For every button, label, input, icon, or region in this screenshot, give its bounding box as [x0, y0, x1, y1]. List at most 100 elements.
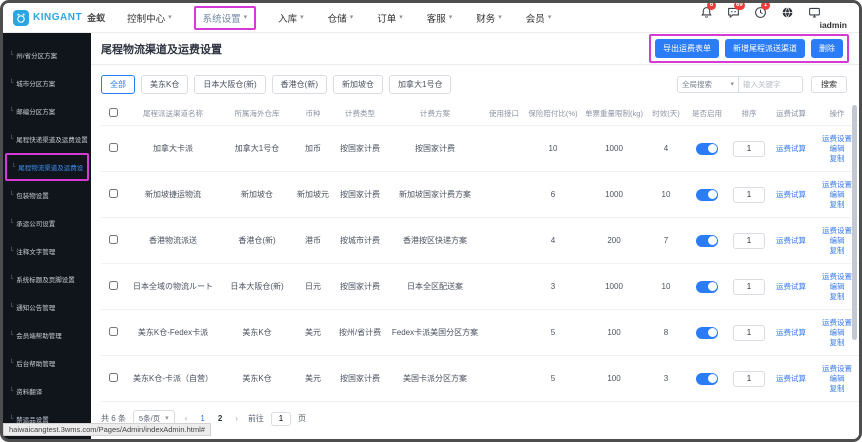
nav-item-warehouse[interactable]: 仓储 ▾ [328, 11, 354, 25]
table-row: 新加坡捷运物流 新加坡仓 新加坡元 按国家计费 新加坡国家计费方案 6 1000… [101, 171, 859, 218]
channel-name: 美东K仓-Fedex卡派 [125, 309, 221, 356]
chevron-down-icon: ▾ [448, 14, 453, 21]
nav-item-system-settings[interactable]: 系统设置 ▾ [203, 11, 248, 25]
main-content: 尾程物流渠道及运费设置 导出运费表单 新增尾程派送渠道 删除 全部 美东K仓 日… [91, 33, 859, 439]
branch-icon: └ [9, 108, 14, 114]
freight-trial-link[interactable]: 运费试算 [776, 282, 806, 291]
filter-hongkong[interactable]: 香港仓(新) [271, 75, 327, 94]
nav-item-control-center[interactable]: 控制中心 ▾ [127, 11, 172, 25]
clock-badge: 1 [761, 3, 770, 10]
page-title: 尾程物流渠道及运费设置 [101, 43, 222, 56]
export-freight-button[interactable]: 导出运费表单 [655, 39, 719, 58]
bell-badge: 6 [707, 3, 716, 10]
topbar: KINGANT 金蚁 控制中心 ▾ 系统设置 ▾ 入库 ▾ 仓储 ▾ 订单 ▾ 客服 ▾ 财… [3, 3, 859, 33]
filter-singapore[interactable]: 新加坡仓 [333, 75, 383, 94]
branch-icon: └ [9, 416, 14, 422]
page-1[interactable]: 1 [197, 414, 207, 423]
nav-item-customer-service[interactable]: 客服 ▾ [427, 11, 453, 25]
clock-icon[interactable]: 1 [754, 3, 770, 19]
sidebar-item-note-text[interactable]: └ 注释文字管理 [3, 237, 91, 265]
sidebar-item-packaging[interactable]: └ 包装物设置 [3, 181, 91, 209]
chevron-down-icon: ▾ [165, 415, 169, 422]
filter-all[interactable]: 全部 [101, 75, 135, 94]
filter-canada-1[interactable]: 加拿大1号仓 [389, 75, 452, 94]
select-all-checkbox[interactable] [108, 108, 118, 117]
freight-trial-link[interactable]: 运费试算 [776, 374, 806, 383]
sort-input[interactable] [733, 370, 765, 387]
nav-item-inbound[interactable]: 入库 ▾ [278, 11, 304, 25]
sort-input[interactable] [733, 278, 765, 295]
sort-input[interactable] [733, 186, 765, 203]
sidebar-item-notice[interactable]: └ 通知公告管理 [3, 293, 91, 321]
copy-link[interactable]: 复制 [815, 384, 859, 394]
chevron-down-icon: ▾ [168, 14, 172, 21]
branch-icon: └ [9, 248, 14, 254]
prev-page-icon[interactable]: ‹ [182, 414, 191, 423]
goto-page-input[interactable] [270, 411, 291, 426]
app-window: KINGANT 金蚁 控制中心 ▾ 系统设置 ▾ 入库 ▾ 仓储 ▾ 订单 ▾ 客服 ▾ 财… [0, 0, 862, 442]
row-checkbox[interactable] [108, 373, 118, 382]
edit-link[interactable]: 编辑 [815, 374, 859, 384]
row-checkbox[interactable] [108, 189, 118, 198]
delete-button[interactable]: 删除 [811, 39, 843, 58]
branch-icon: └ [11, 164, 16, 170]
branch-icon: └ [9, 332, 14, 338]
chat-icon[interactable]: 69 [727, 3, 745, 19]
ant-logo-icon [13, 9, 29, 26]
nav-item-finance[interactable]: 财务 ▾ [476, 11, 502, 25]
freight-trial-link[interactable]: 运费试算 [776, 144, 806, 153]
sidebar-item-lastmile-logistics[interactable]: └ 尾程物流渠道及运费设置 [11, 162, 83, 172]
main-nav: 控制中心 ▾ 系统设置 ▾ 入库 ▾ 仓储 ▾ 订单 ▾ 客服 ▾ 财务 ▾ 会员 ▾ [127, 5, 552, 30]
sidebar-item-translation[interactable]: └ 资料翻译 [3, 377, 91, 405]
row-checkbox[interactable] [108, 281, 118, 290]
row-checkbox[interactable] [108, 327, 118, 336]
freight-trial-link[interactable]: 运费试算 [776, 328, 806, 337]
row-checkbox[interactable] [108, 235, 118, 244]
channel-name: 日本全域の物流ルート [125, 263, 221, 310]
brand-logo[interactable]: KINGANT 金蚁 [13, 9, 105, 26]
sidebar-item-admin-help[interactable]: └ 后台帮助管理 [3, 349, 91, 377]
chat-badge: 69 [734, 1, 745, 10]
enable-toggle[interactable] [696, 142, 718, 155]
add-channel-button[interactable]: 新增尾程派送渠道 [725, 39, 805, 58]
globe-icon[interactable] [781, 6, 794, 19]
freight-settings-link[interactable]: 运费设置 [815, 364, 859, 374]
filter-us-east-k[interactable]: 美东K仓 [141, 75, 189, 94]
chevron-down-icon: ▾ [243, 14, 248, 21]
annotation-box-nav: 系统设置 ▾ [193, 5, 257, 30]
sort-input[interactable] [733, 232, 765, 249]
sidebar-item-state-zone[interactable]: └ 州/省分区方案 [3, 41, 91, 69]
filter-japan-osaka[interactable]: 日本大阪仓(新) [194, 75, 266, 94]
freight-trial-link[interactable]: 运费试算 [776, 190, 806, 199]
chevron-down-icon: ▾ [498, 14, 502, 21]
username[interactable]: iadmin [820, 20, 847, 30]
enable-toggle[interactable] [696, 234, 718, 247]
row-checkbox[interactable] [108, 143, 118, 152]
sidebar-item-carrier-company[interactable]: └ 承运公司设置 [3, 209, 91, 237]
scrollbar-thumb[interactable] [852, 105, 857, 340]
sidebar-item-lastmile-express[interactable]: └ 尾程快递渠道及运费设置 [3, 125, 91, 153]
branch-icon: └ [9, 80, 14, 86]
enable-toggle[interactable] [696, 372, 718, 385]
search-button[interactable]: 搜索 [811, 76, 847, 93]
sort-input[interactable] [733, 324, 765, 341]
enable-toggle[interactable] [696, 188, 718, 201]
sidebar-item-title-footer[interactable]: └ 系统标题及页脚设置 [3, 265, 91, 293]
nav-item-members[interactable]: 会员 ▾ [526, 11, 552, 25]
freight-trial-link[interactable]: 运费试算 [776, 236, 806, 245]
sidebar-item-postcode-zone[interactable]: └ 邮编分区方案 [3, 97, 91, 125]
nav-item-orders[interactable]: 订单 ▾ [377, 11, 403, 25]
branch-icon: └ [9, 276, 14, 282]
enable-toggle[interactable] [696, 280, 718, 293]
monitor-icon[interactable] [808, 6, 821, 19]
search-input[interactable] [739, 76, 803, 93]
sort-input[interactable] [733, 140, 765, 157]
enable-toggle[interactable] [696, 326, 718, 339]
bell-icon[interactable]: 6 [700, 3, 716, 19]
branch-icon: └ [9, 304, 14, 310]
search-scope-select[interactable]: 全局搜索 ▾ [677, 76, 739, 93]
page-2[interactable]: 2 [215, 414, 225, 423]
sidebar-item-member-help[interactable]: └ 会员端帮助管理 [3, 321, 91, 349]
next-page-icon[interactable]: › [232, 414, 241, 423]
sidebar-item-city-zone[interactable]: └ 城市分区方案 [3, 69, 91, 97]
